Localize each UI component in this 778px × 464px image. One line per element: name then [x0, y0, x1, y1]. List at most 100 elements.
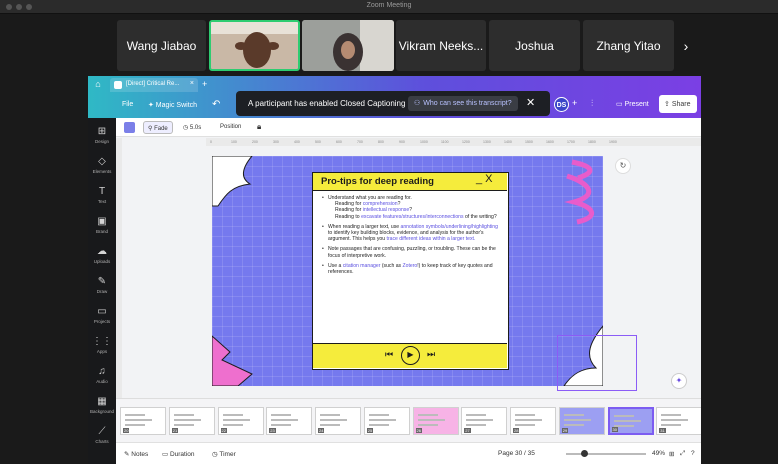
tip-text: Use a — [328, 262, 343, 269]
new-tab-icon[interactable]: + — [202, 79, 207, 89]
participant-video-tile[interactable] — [209, 20, 300, 71]
sidebar-item-audio[interactable]: ♫ Audio — [88, 366, 116, 392]
refresh-icon[interactable]: ↻ — [615, 158, 631, 174]
ruler-tick: 300 — [273, 140, 279, 144]
participant-tile[interactable]: Joshua — [489, 20, 580, 71]
ruler-tick: 400 — [294, 140, 300, 144]
shared-screen-canva: ⌂ [Direct] Critical Re... × + File ✦ Mag… — [88, 76, 701, 464]
share-button[interactable]: ⇪ Share — [659, 95, 697, 113]
fade-button[interactable]: ⚲ Fade — [143, 121, 173, 134]
who-can-see-button[interactable]: ⚇ Who can see this transcript? — [408, 96, 518, 111]
sidebar-item-draw[interactable]: ✎ Draw — [88, 276, 116, 302]
thumbnail-text-line — [417, 419, 445, 421]
insights-icon[interactable]: ⫶ — [591, 98, 593, 109]
sidebar-item-background[interactable]: ▦ Background — [88, 396, 116, 422]
tab-design-document[interactable]: [Direct] Critical Re... × — [110, 78, 198, 92]
thumbnail-text-line — [173, 419, 201, 421]
magic-sparkle-icon[interactable]: ✦ — [671, 373, 687, 389]
sidebar-item-label: Brand — [95, 229, 108, 234]
sidebar-item-projects[interactable]: ▭ Projects — [88, 306, 116, 332]
page-thumbnail[interactable]: 30 — [607, 407, 654, 435]
lock-icon[interactable]: 🔒︎ — [257, 122, 261, 132]
magic-switch-menu[interactable]: ✦ Magic Switch — [148, 101, 197, 109]
present-button[interactable]: ▭ Present — [609, 96, 657, 113]
timer-button[interactable]: ◷ Timer — [212, 450, 236, 458]
sidebar-item-design[interactable]: ⊞ Design — [88, 126, 116, 152]
elements-icon: ◇ — [98, 156, 106, 167]
fullscreen-icon[interactable]: ⤢ — [680, 450, 685, 458]
add-collaborator-icon[interactable]: + — [572, 98, 577, 108]
thumbnail-text-line — [417, 414, 438, 416]
page-thumbnail[interactable]: 28 — [510, 407, 556, 435]
page-thumbnail[interactable]: 23 — [266, 407, 313, 435]
thumbnail-text-line — [613, 415, 634, 417]
sidebar-item-label: Design — [94, 139, 109, 144]
tip-text: Reading for — [335, 207, 363, 214]
participant-tile[interactable]: Wang Jiabao — [117, 20, 206, 71]
ruler-tick: 100 — [231, 140, 237, 144]
duration-toggle-button[interactable]: ▭ Duration — [162, 450, 195, 458]
grid-view-icon[interactable]: ⊞ — [669, 450, 674, 458]
canva-bottom-bar: ✎ Notes ▭ Duration ◷ Timer Page 30 / 35 … — [116, 442, 701, 464]
participant-video-tile[interactable] — [302, 20, 394, 71]
file-menu[interactable]: File — [122, 101, 133, 108]
sidebar-item-apps[interactable]: ⋮⋮ Apps — [88, 336, 116, 362]
ruler-tick: 1100 — [441, 140, 449, 144]
share-label: Share — [671, 101, 691, 108]
close-icon[interactable]: ✕ — [526, 96, 535, 109]
ruler-tick: 1000 — [420, 140, 428, 144]
sidebar-item-brand[interactable]: ▣ Brand — [88, 216, 116, 242]
design-icon: ⊞ — [97, 126, 107, 137]
position-button[interactable]: Position — [220, 124, 241, 130]
avatar[interactable]: DS — [554, 97, 569, 112]
list-item: When reading a larger text, use annotati… — [322, 224, 502, 243]
page-thumbnail[interactable]: 27 — [461, 407, 508, 435]
sidebar-item-charts[interactable]: ⟋ Charts — [88, 426, 116, 452]
page-thumbnail[interactable]: 22 — [217, 407, 264, 435]
notes-label: Notes — [131, 451, 149, 458]
page-number: 24 — [318, 428, 325, 433]
chevron-right-icon[interactable]: › — [676, 20, 696, 71]
page-thumbnail[interactable]: 21 — [168, 407, 215, 435]
participant-tile[interactable]: Zhang Yitao — [583, 20, 674, 71]
ruler-tick: 1500 — [525, 140, 533, 144]
page-number: 27 — [464, 428, 471, 433]
selection-box[interactable] — [557, 335, 637, 391]
page-thumbnail[interactable]: 29 — [558, 407, 605, 435]
page-number: 22 — [220, 428, 227, 433]
page-number: 20 — [123, 428, 130, 433]
slide-canvas[interactable]: Pro-tips for deep reading _ X Understand… — [212, 156, 603, 386]
tip-text: When reading a larger text, use — [328, 223, 401, 230]
horizontal-ruler: 0 100 200 300 400 500 600 700 800 900 1000 1100 1200… — [206, 138, 701, 146]
home-icon[interactable]: ⌂ — [92, 79, 104, 91]
tips-list: Understand what you are reading for. Rea… — [322, 195, 502, 279]
participant-tile[interactable]: Vikram Neeks... — [396, 20, 486, 71]
play-icon: ▶ — [401, 346, 420, 365]
zoom-slider[interactable] — [566, 453, 646, 455]
sidebar-item-text[interactable]: T Text — [88, 186, 116, 212]
projects-icon: ▭ — [97, 306, 107, 317]
page-indicator[interactable]: Page 30 / 35 — [498, 450, 535, 457]
tip-highlight: intellectual response — [362, 207, 410, 214]
thumbnail-text-line — [661, 414, 682, 416]
who-can-see-label: Who can see this transcript? — [423, 100, 512, 107]
close-tab-icon[interactable]: × — [190, 80, 194, 87]
duration-button[interactable]: ◷ 5.0s — [183, 124, 201, 131]
sidebar-item-uploads[interactable]: ☁ Uploads — [88, 246, 116, 272]
tip-highlight: comprehension — [362, 201, 398, 208]
help-icon[interactable]: ? — [691, 450, 695, 457]
page-thumbnail[interactable]: 31 — [656, 407, 701, 435]
sidebar-item-elements[interactable]: ◇ Elements — [88, 156, 116, 182]
undo-icon[interactable]: ↶ — [212, 99, 220, 110]
page-thumbnail[interactable]: 20 — [120, 407, 166, 435]
notes-button[interactable]: ✎ Notes — [124, 450, 148, 458]
page-thumbnail[interactable]: 24 — [315, 407, 361, 435]
ruler-tick: 1900 — [609, 140, 617, 144]
participant-name: Zhang Yitao — [596, 38, 661, 53]
thumbnail-text-line — [613, 420, 641, 422]
page-thumbnail[interactable]: 25 — [363, 407, 410, 435]
page-thumbnail[interactable]: 26 — [412, 407, 459, 435]
color-swatch[interactable] — [124, 122, 135, 133]
zoom-slider-handle[interactable] — [581, 450, 588, 457]
zoom-level[interactable]: 49% — [652, 450, 665, 457]
